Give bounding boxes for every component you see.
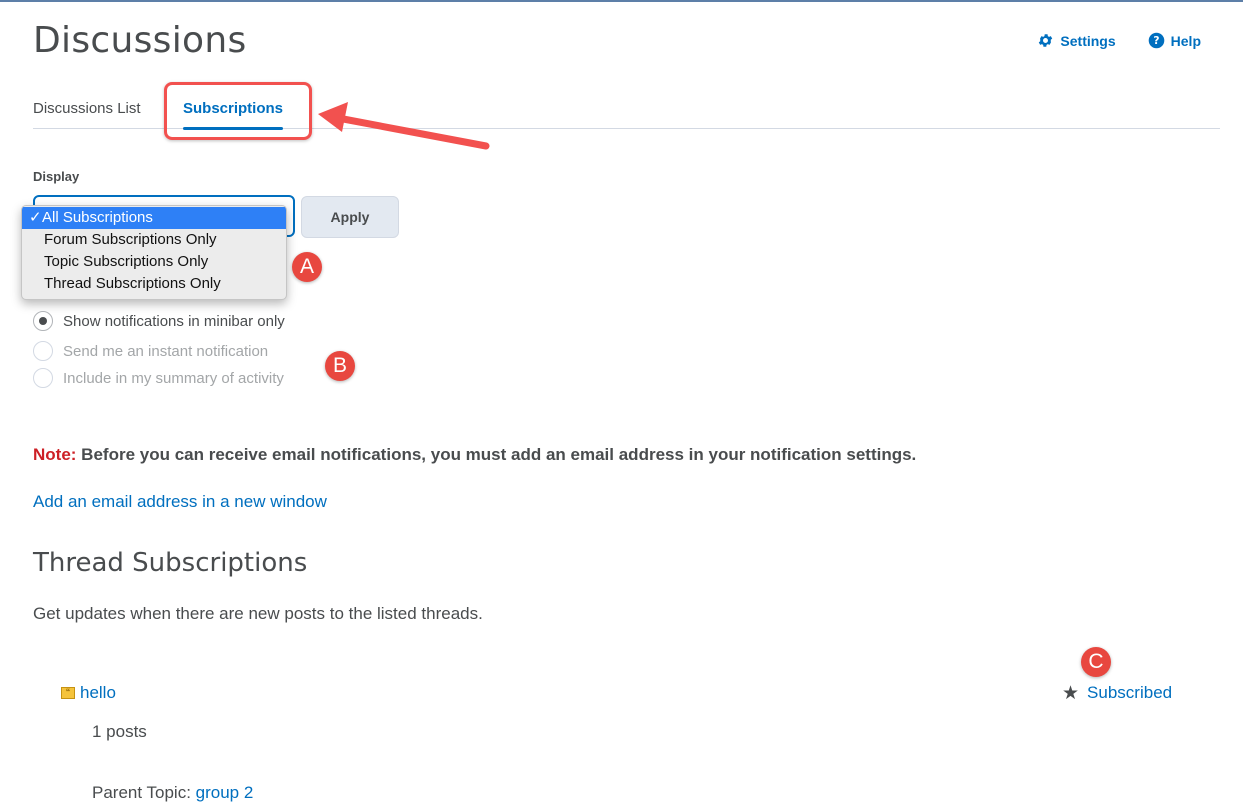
svg-text:?: ? bbox=[1153, 34, 1159, 47]
radio-instant-notification[interactable]: Send me an instant notification bbox=[33, 341, 268, 361]
radio-button-checked[interactable] bbox=[33, 311, 53, 331]
radio-button[interactable] bbox=[33, 341, 53, 361]
help-link[interactable]: ? Help bbox=[1148, 32, 1201, 49]
tab-discussions-list[interactable]: Discussions List bbox=[33, 100, 141, 117]
add-email-link[interactable]: Add an email address in a new window bbox=[33, 492, 327, 512]
thread-post-count: 1 posts bbox=[92, 722, 147, 741]
note-text: Before you can receive email notificatio… bbox=[76, 445, 917, 464]
header-actions: Settings ? Help bbox=[1037, 32, 1201, 49]
display-label: Display bbox=[33, 169, 80, 184]
radio-button[interactable] bbox=[33, 368, 53, 388]
dropdown-option-forum[interactable]: Forum Subscriptions Only bbox=[22, 229, 286, 251]
page-title: Discussions bbox=[33, 20, 247, 61]
subscribed-toggle[interactable]: ★ Subscribed bbox=[1062, 683, 1172, 703]
thread-quote-icon: “ bbox=[61, 687, 75, 699]
radio-summary-activity[interactable]: Include in my summary of activity bbox=[33, 368, 284, 388]
annotation-badge-b: B bbox=[325, 351, 355, 381]
settings-link[interactable]: Settings bbox=[1037, 32, 1116, 49]
apply-button[interactable]: Apply bbox=[301, 196, 399, 238]
annotation-highlight-box bbox=[164, 82, 312, 140]
radio-label: Show notifications in minibar only bbox=[63, 312, 285, 330]
help-label: Help bbox=[1170, 32, 1201, 49]
help-icon: ? bbox=[1148, 32, 1165, 49]
note-label: Note: bbox=[33, 445, 77, 464]
dropdown-option-thread[interactable]: Thread Subscriptions Only bbox=[22, 273, 286, 295]
radio-label: Send me an instant notification bbox=[63, 342, 269, 360]
display-dropdown-menu: ✓ All Subscriptions Forum Subscriptions … bbox=[21, 205, 287, 300]
annotation-badge-c: C bbox=[1081, 647, 1111, 677]
radio-label: Include in my summary of activity bbox=[63, 369, 284, 387]
settings-label: Settings bbox=[1060, 32, 1116, 49]
email-note: Note: Before you can receive email notif… bbox=[33, 445, 916, 465]
thread-title: hello bbox=[80, 683, 116, 702]
annotation-arrow bbox=[318, 102, 490, 150]
checkmark-icon: ✓ bbox=[29, 209, 42, 226]
gear-icon bbox=[1037, 32, 1054, 49]
thread-parent-topic: Parent Topic: group 2 bbox=[92, 783, 253, 803]
annotation-badge-a: A bbox=[292, 252, 322, 282]
dropdown-option-label: All Subscriptions bbox=[42, 209, 153, 226]
thread-subscriptions-heading: Thread Subscriptions bbox=[33, 548, 308, 578]
top-border bbox=[0, 0, 1243, 2]
thread-link-hello[interactable]: “ hello bbox=[61, 683, 116, 703]
dropdown-option-all[interactable]: ✓ All Subscriptions bbox=[22, 207, 286, 229]
dropdown-option-topic[interactable]: Topic Subscriptions Only bbox=[22, 251, 286, 273]
parent-topic-label: Parent Topic: bbox=[92, 783, 196, 802]
subscribed-label: Subscribed bbox=[1087, 683, 1173, 702]
radio-minibar-only[interactable]: Show notifications in minibar only bbox=[33, 311, 285, 331]
star-icon: ★ bbox=[1062, 682, 1080, 704]
parent-topic-link[interactable]: group 2 bbox=[196, 783, 254, 802]
thread-subscriptions-description: Get updates when there are new posts to … bbox=[33, 604, 483, 623]
